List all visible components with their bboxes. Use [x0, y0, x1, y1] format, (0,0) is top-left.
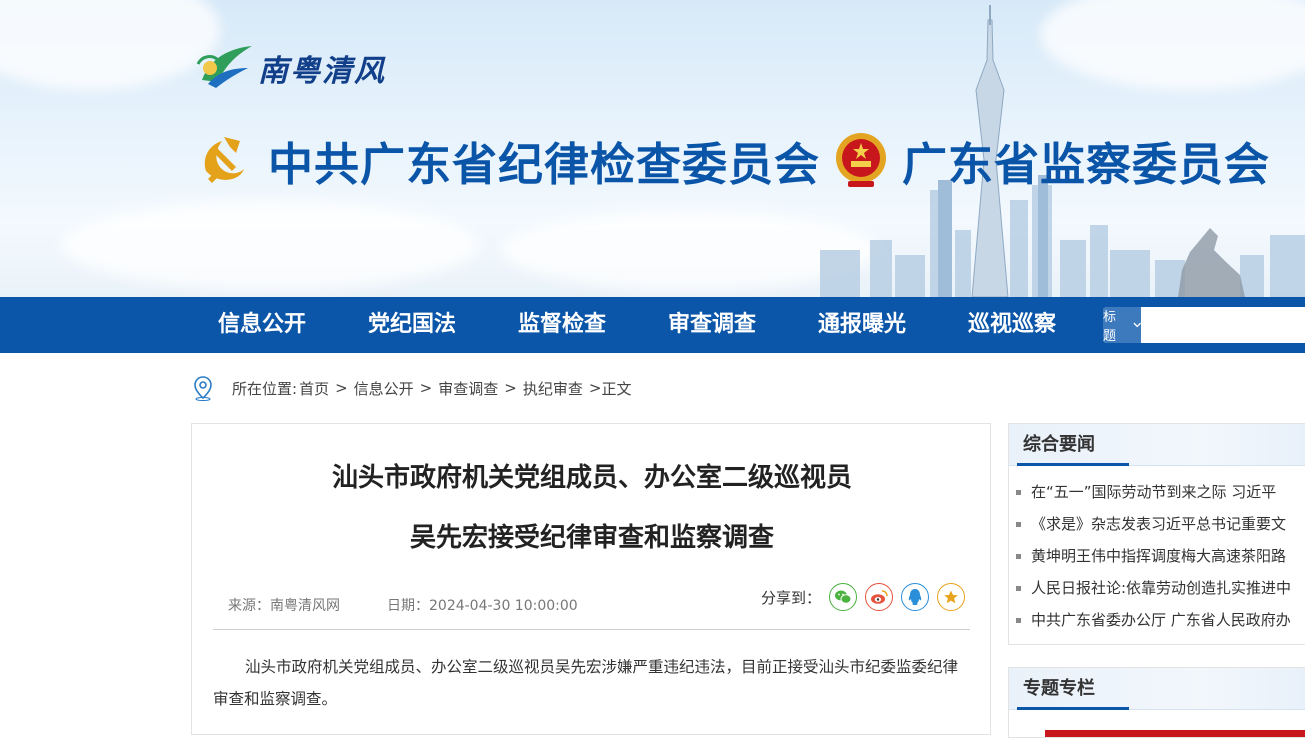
special-panel-header: 专题专栏 — [1009, 668, 1305, 710]
supervisory-commission-title: 广东省监察委员会 — [834, 128, 1270, 192]
star-icon — [944, 590, 958, 604]
share-label: 分享到： — [761, 589, 822, 607]
chevron-down-icon — [1132, 322, 1141, 328]
breadcrumb-separator: > — [335, 379, 348, 397]
cpc-commission-title: 中共广东省纪律检查委员会 — [196, 128, 820, 192]
breadcrumb-info-disclosure[interactable]: 信息公开 — [354, 378, 414, 399]
nav-item-exposure[interactable]: 通报曝光 — [818, 297, 906, 353]
news-panel-header: 综合要闻 — [1009, 424, 1305, 466]
special-panel-title: 专题专栏 — [1023, 678, 1095, 699]
qq-icon — [908, 589, 922, 605]
breadcrumb-investigation[interactable]: 审查调查 — [438, 378, 498, 399]
article-title-line-2: 吴先宏接受纪律审查和监察调查 — [409, 523, 774, 553]
bullet — [1016, 554, 1021, 559]
bullet — [1016, 618, 1021, 623]
breadcrumb-separator: > — [419, 379, 433, 397]
breadcrumb-label: 所在位置: — [232, 379, 298, 398]
panel-title-underline — [1017, 463, 1129, 466]
main-nav: 信息公开 党纪国法 监督检查 审查调查 通报曝光 巡视巡察 标题 — [0, 297, 1305, 353]
lotus-logo-icon — [196, 46, 252, 88]
article-date: 日期：2024-04-30 10:00:00 — [387, 598, 578, 614]
news-link[interactable]: 黄坤明王伟中指挥调度梅大高速茶阳路 — [1031, 547, 1286, 565]
nav-item-supervision[interactable]: 监督检查 — [518, 297, 606, 353]
special-topic-banner[interactable] — [1045, 730, 1305, 737]
location-pin-icon — [194, 376, 212, 401]
list-item[interactable]: 中共广东省委办公厅 广东省人民政府办 — [1009, 604, 1305, 636]
news-link[interactable]: 在“五一”国际劳动节到来之际 习近平 — [1031, 483, 1276, 501]
article-title-line-1: 汕头市政府机关党组成员、办公室二级巡视员 — [331, 463, 852, 493]
news-panel: 综合要闻 在“五一”国际劳动节到来之际 习近平 《求是》杂志发表习近平总书记重要… — [1008, 423, 1305, 645]
breadcrumb-discipline-review[interactable]: 执纪审查 — [523, 378, 583, 399]
share-weibo-button[interactable] — [865, 583, 893, 611]
share-favorite-button[interactable] — [937, 583, 965, 611]
news-link[interactable]: 《求是》杂志发表习近平总书记重要文 — [1031, 515, 1286, 533]
search-field-select[interactable]: 标题 — [1103, 307, 1141, 343]
breadcrumb: 所在位置: 首页 > 信息公开 > 审查调查 > 执纪审查 > 正文 — [192, 374, 631, 402]
list-item[interactable]: 人民日报社论:依靠劳动创造扎实推进中 — [1009, 572, 1305, 604]
party-emblem-icon — [204, 137, 244, 183]
article-divider — [213, 629, 970, 630]
search-select-value: 标题 — [1103, 310, 1117, 343]
news-list: 在“五一”国际劳动节到来之际 习近平 《求是》杂志发表习近平总书记重要文 黄坤明… — [1009, 466, 1305, 636]
nav-item-party-discipline[interactable]: 党纪国法 — [368, 297, 456, 353]
breadcrumb-separator: > — [504, 379, 517, 397]
weibo-icon — [871, 590, 888, 604]
list-item[interactable]: 《求是》杂志发表习近平总书记重要文 — [1009, 508, 1305, 540]
breadcrumb-separator: > — [588, 379, 602, 397]
share-qq-button[interactable] — [901, 583, 929, 611]
header-banner: 南粤清风 中共广东省纪律检查委员会 广东省监察委员会 — [0, 0, 1305, 297]
list-item[interactable]: 在“五一”国际劳动节到来之际 习近平 — [1009, 476, 1305, 508]
article-source: 来源：南粤清风网 — [228, 598, 340, 614]
breadcrumb-current: 正文 — [601, 379, 632, 398]
national-emblem-icon — [836, 133, 886, 187]
article-panel: 汕头市政府机关党组成员、办公室二级巡视员 吴先宏接受纪律审查和监察调查 来源：南… — [191, 423, 991, 735]
article-body: 汕头市政府机关党组成员、办公室二级巡视员吴先宏涉嫌严重违纪违法，目前正接受汕头市… — [213, 658, 959, 708]
search-box: 标题 — [1103, 307, 1305, 343]
site-name: 南粤清风 — [258, 54, 386, 89]
news-panel-title: 综合要闻 — [1023, 434, 1095, 455]
nav-item-investigation[interactable]: 审查调查 — [668, 297, 756, 353]
nav-item-info-disclosure[interactable]: 信息公开 — [218, 297, 306, 353]
news-link[interactable]: 人民日报社论:依靠劳动创造扎实推进中 — [1031, 579, 1291, 597]
title-right: 广东省监察委员会 — [902, 137, 1271, 191]
nav-item-inspection[interactable]: 巡视巡察 — [968, 297, 1056, 353]
panel-title-underline — [1017, 707, 1129, 710]
search-input[interactable] — [1141, 307, 1305, 343]
list-item[interactable]: 黄坤明王伟中指挥调度梅大高速茶阳路 — [1009, 540, 1305, 572]
bullet — [1016, 586, 1021, 591]
title-left: 中共广东省纪律检查委员会 — [268, 137, 821, 191]
special-topics-panel: 专题专栏 — [1008, 667, 1305, 738]
wechat-icon — [835, 590, 852, 604]
breadcrumb-home[interactable]: 首页 — [299, 378, 329, 399]
site-logo[interactable]: 南粤清风 — [196, 38, 406, 92]
share-wechat-button[interactable] — [829, 583, 857, 611]
bullet — [1016, 490, 1021, 495]
bullet — [1016, 522, 1021, 527]
news-link[interactable]: 中共广东省委办公厅 广东省人民政府办 — [1031, 611, 1291, 629]
